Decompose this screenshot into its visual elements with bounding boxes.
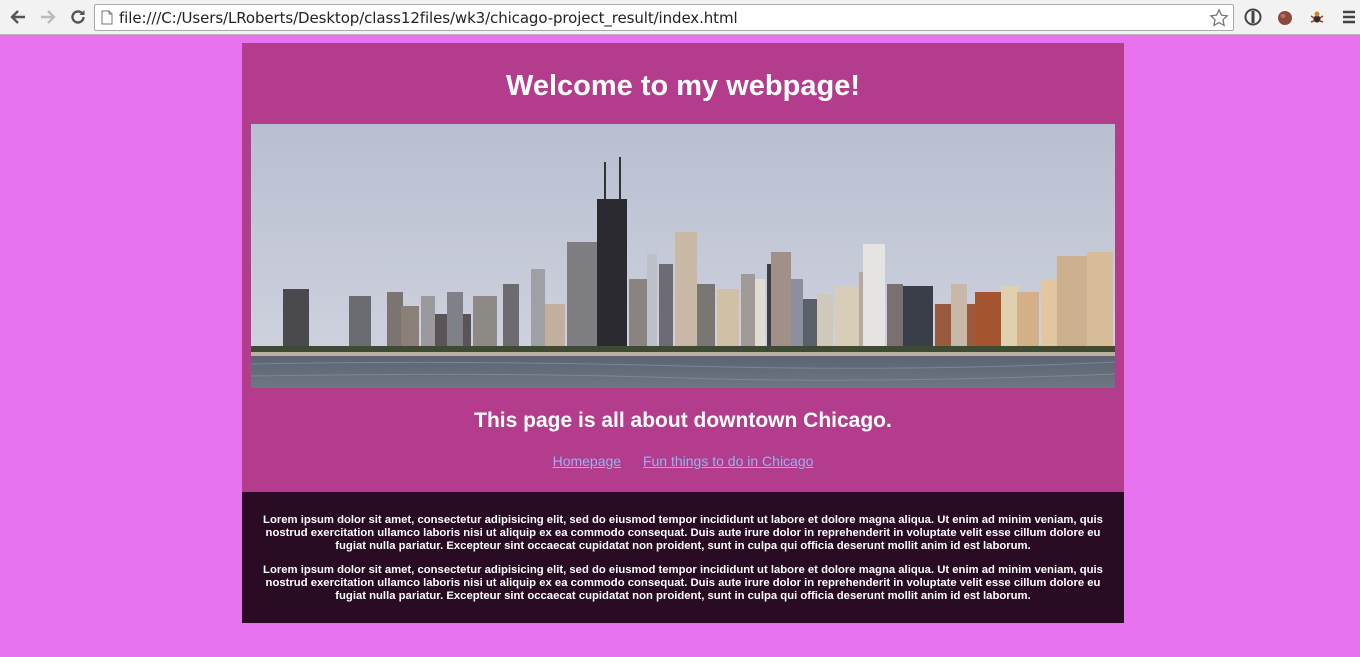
- url-text: file:///C:/Users/LRoberts/Desktop/class1…: [119, 8, 738, 27]
- content-section: Lorem ipsum dolor sit amet, consectetur …: [242, 492, 1124, 623]
- chicago-skyline-image: [251, 124, 1115, 388]
- page-icon: [101, 10, 113, 25]
- forward-button[interactable]: [35, 4, 61, 30]
- nav-links: Homepage Fun things to do in Chicago: [242, 453, 1124, 469]
- page-title: Welcome to my webpage!: [506, 70, 860, 102]
- paragraph: Lorem ipsum dolor sit amet, consectetur …: [263, 514, 1103, 552]
- nav-link-homepage[interactable]: Homepage: [553, 453, 622, 469]
- forward-arrow-icon: [41, 10, 56, 24]
- paragraph: Lorem ipsum dolor sit amet, consectetur …: [263, 564, 1103, 602]
- browser-toolbar: file:///C:/Users/LRoberts/Desktop/class1…: [0, 0, 1360, 35]
- back-arrow-icon: [10, 10, 25, 24]
- extension-ring-icon[interactable]: [1242, 6, 1264, 28]
- extension-bug-icon[interactable]: [1306, 6, 1328, 28]
- extension-apple-icon[interactable]: [1274, 6, 1296, 28]
- menu-icon[interactable]: [1338, 6, 1360, 28]
- back-button[interactable]: [5, 4, 31, 30]
- reload-button[interactable]: [65, 4, 91, 30]
- nav-link-fun-things[interactable]: Fun things to do in Chicago: [643, 453, 813, 469]
- reload-icon: [71, 10, 85, 24]
- bookmark-star-icon[interactable]: [1209, 8, 1229, 33]
- page-subtitle: This page is all about downtown Chicago.: [474, 409, 892, 432]
- header-section: Welcome to my webpage! This page is all …: [242, 43, 1124, 492]
- page-wrapper: Welcome to my webpage! This page is all …: [242, 43, 1124, 623]
- address-bar[interactable]: file:///C:/Users/LRoberts/Desktop/class1…: [94, 4, 1234, 31]
